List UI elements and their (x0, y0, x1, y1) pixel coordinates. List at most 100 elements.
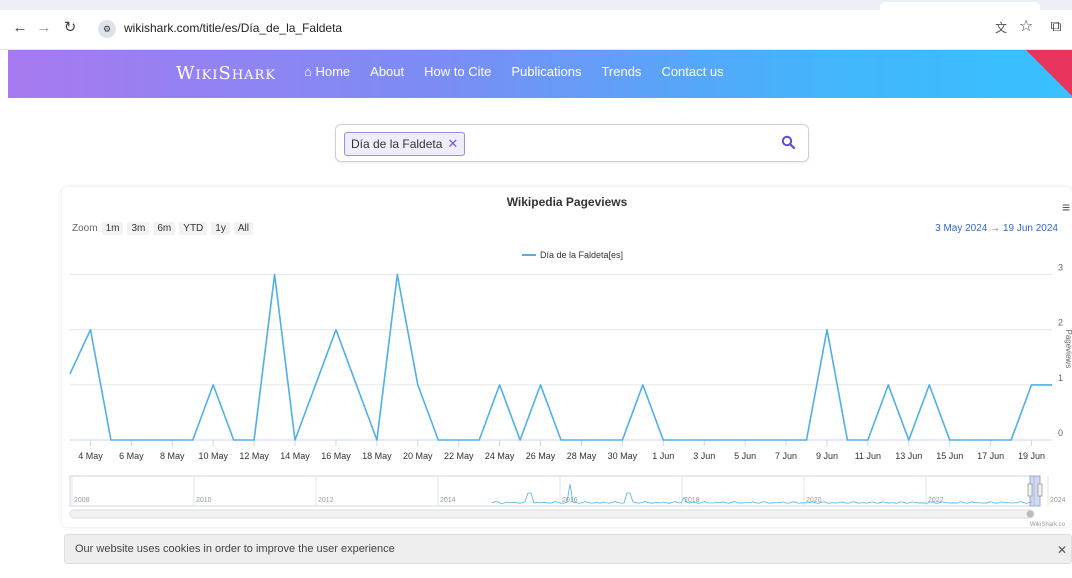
series-line[interactable] (69, 273, 1052, 441)
data-point[interactable] (743, 438, 747, 442)
data-point[interactable] (273, 273, 277, 277)
forward-arrow-icon[interactable]: → (34, 18, 54, 38)
x-tick-label: 13 Jun (895, 451, 922, 461)
data-point[interactable] (805, 438, 809, 442)
site-logo[interactable]: WikiShark (176, 63, 276, 84)
x-tick-label: 1 Jun (652, 451, 674, 461)
x-tick-label: 24 May (485, 451, 515, 461)
navigator-handle-left[interactable] (1027, 483, 1033, 497)
nav-publications[interactable]: Publications (511, 64, 581, 79)
data-point[interactable] (293, 438, 297, 442)
x-tick-label: 17 Jun (977, 451, 1004, 461)
data-point[interactable] (88, 328, 92, 332)
data-point[interactable] (109, 438, 113, 442)
navigator-year-label: 2014 (440, 497, 456, 504)
nav-about[interactable]: About (370, 64, 404, 79)
active-tab[interactable] (880, 2, 1040, 10)
data-point[interactable] (211, 383, 215, 387)
data-point[interactable] (416, 383, 420, 387)
url-text[interactable]: wikishark.com/title/es/Día_de_la_Faldeta (124, 21, 342, 35)
data-point[interactable] (170, 438, 174, 442)
page: ← → ↻ ⚙ wikishark.com/title/es/Día_de_la… (0, 0, 1072, 578)
data-point[interactable] (620, 438, 624, 442)
data-point[interactable] (518, 438, 522, 442)
navigator-scrollbar[interactable] (69, 509, 1035, 519)
search-input[interactable]: Día de la Faldeta ✕ (335, 124, 809, 162)
data-point[interactable] (498, 383, 502, 387)
navigator-handle-right[interactable] (1037, 483, 1043, 497)
data-point[interactable] (334, 328, 338, 332)
home-icon: ⌂ (304, 64, 316, 79)
data-point[interactable] (866, 438, 870, 442)
data-point[interactable] (723, 438, 727, 442)
data-point[interactable] (968, 438, 972, 442)
x-tick-label: 30 May (608, 451, 638, 461)
search-icon[interactable] (778, 134, 798, 154)
data-point[interactable] (150, 438, 154, 442)
x-tick-label: 19 Jun (1018, 451, 1045, 461)
data-point[interactable] (1030, 383, 1034, 387)
data-point[interactable] (457, 438, 461, 442)
data-point[interactable] (559, 438, 563, 442)
x-tick-label: 15 Jun (936, 451, 963, 461)
nav-home-label: Home (315, 64, 351, 79)
data-point[interactable] (845, 438, 849, 442)
data-point[interactable] (191, 438, 195, 442)
x-tick-label: 8 May (160, 451, 185, 461)
data-point[interactable] (927, 383, 931, 387)
data-point[interactable] (1009, 438, 1013, 442)
data-point[interactable] (641, 383, 645, 387)
navigator-frame (69, 475, 1035, 507)
data-point[interactable] (702, 438, 706, 442)
data-point[interactable] (539, 383, 543, 387)
data-point[interactable] (682, 438, 686, 442)
data-point[interactable] (129, 438, 133, 442)
reload-icon[interactable]: ↻ (60, 18, 80, 38)
x-tick-label: 9 Jun (816, 451, 838, 461)
y-axis-title: Pageviews (1064, 330, 1072, 369)
data-point[interactable] (764, 438, 768, 442)
x-tick-label: 18 May (362, 451, 392, 461)
nav-how-to-cite[interactable]: How to Cite (424, 64, 491, 79)
site-info-icon[interactable]: ⚙ (98, 20, 116, 38)
x-tick-label: 3 Jun (693, 451, 715, 461)
translate-icon[interactable]: 文 (992, 19, 1010, 37)
data-point[interactable] (661, 438, 665, 442)
scrollbar-thumb[interactable] (1026, 510, 1034, 518)
data-point[interactable] (886, 383, 890, 387)
extensions-icon[interactable]: ⧉ (1046, 17, 1066, 37)
data-point[interactable] (989, 438, 993, 442)
star-icon[interactable]: ☆ (1016, 17, 1036, 37)
data-point[interactable] (68, 372, 72, 376)
data-point[interactable] (1050, 383, 1054, 387)
nav-contact-us[interactable]: Contact us (661, 64, 723, 79)
data-point[interactable] (907, 438, 911, 442)
remove-tag-icon[interactable]: ✕ (447, 136, 458, 152)
nav-trends[interactable]: Trends (601, 64, 641, 79)
cookie-message: Our website uses cookies in order to imp… (75, 543, 395, 555)
data-point[interactable] (579, 438, 583, 442)
data-point[interactable] (252, 438, 256, 442)
data-point[interactable] (600, 438, 604, 442)
x-tick-label: 14 May (280, 451, 310, 461)
search-tag[interactable]: Día de la Faldeta ✕ (344, 132, 466, 156)
data-point[interactable] (948, 438, 952, 442)
data-point[interactable] (436, 438, 440, 442)
data-point[interactable] (375, 438, 379, 442)
close-icon[interactable]: ✕ (1057, 543, 1067, 557)
corner-ribbon[interactable] (1026, 50, 1072, 96)
x-tick-label: 20 May (403, 451, 433, 461)
data-point[interactable] (354, 383, 358, 387)
nav-home[interactable]: ⌂ Home (304, 64, 350, 79)
chart-credit[interactable]: WikiShark.co (1030, 522, 1066, 527)
y-tick-label: 3 (1058, 263, 1063, 273)
back-arrow-icon[interactable]: ← (10, 18, 30, 38)
data-point[interactable] (395, 273, 399, 277)
x-tick-label: 4 May (78, 451, 103, 461)
data-point[interactable] (825, 328, 829, 332)
data-point[interactable] (314, 383, 318, 387)
data-point[interactable] (477, 438, 481, 442)
data-point[interactable] (784, 438, 788, 442)
x-tick-label: 7 Jun (775, 451, 797, 461)
data-point[interactable] (232, 438, 236, 442)
